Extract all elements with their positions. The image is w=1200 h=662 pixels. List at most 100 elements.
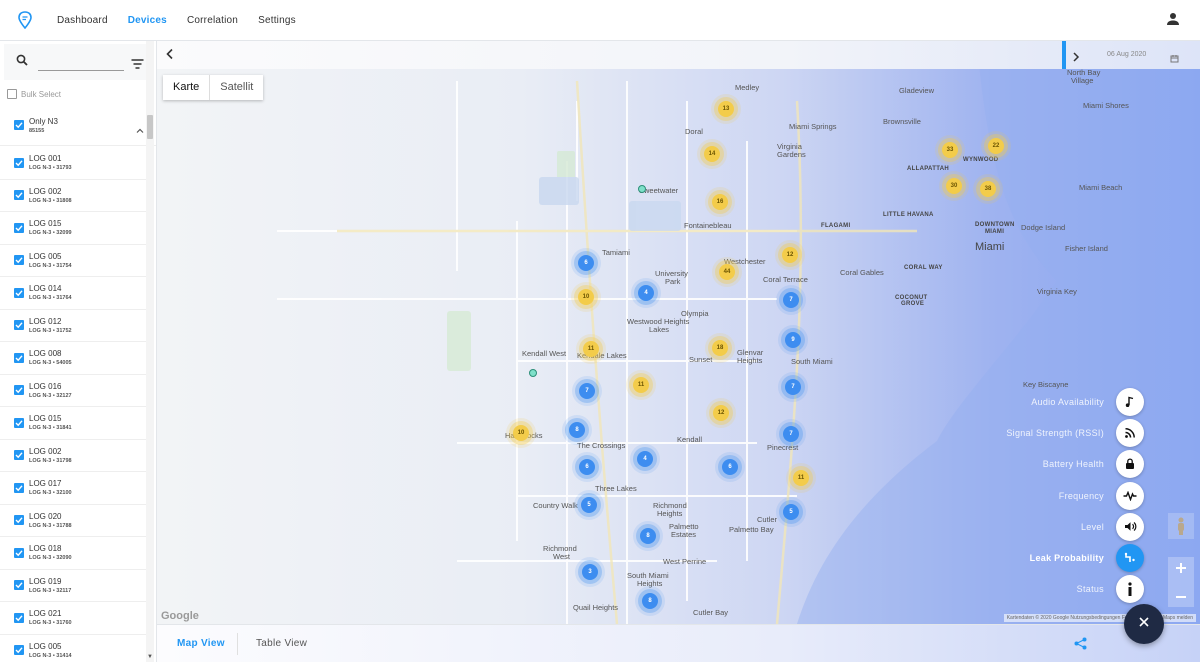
zoom-out-icon[interactable] (1175, 586, 1187, 604)
map-cluster-marker[interactable]: 5 (783, 504, 799, 520)
bulk-select-row[interactable]: Bulk Select (0, 83, 156, 105)
map-cluster-marker[interactable]: 13 (718, 101, 734, 117)
list-item[interactable]: LOG 014 LOG N-3 • 31764 (0, 277, 148, 310)
map-cluster-marker[interactable]: 9 (785, 332, 801, 348)
map-cluster-marker[interactable]: 6 (722, 459, 738, 475)
item-checkbox[interactable] (14, 222, 24, 233)
map-cluster-marker[interactable]: 7 (579, 383, 595, 399)
scroll-down-arrow-icon[interactable]: ▼ (146, 654, 154, 660)
item-checkbox[interactable] (14, 385, 24, 396)
item-checkbox[interactable] (14, 612, 24, 623)
map-cluster-marker[interactable]: 14 (704, 146, 720, 162)
map-cluster-marker[interactable]: 22 (988, 138, 1004, 154)
list-item[interactable]: LOG 005 LOG N-3 • 31414 (0, 635, 148, 662)
item-checkbox[interactable] (14, 352, 24, 363)
rss-signal-icon[interactable] (1116, 418, 1144, 447)
map-type-satellit[interactable]: Satellit (209, 75, 263, 100)
item-checkbox[interactable] (14, 157, 24, 168)
search-input[interactable] (38, 53, 124, 71)
chevron-up-icon[interactable] (136, 120, 144, 138)
map-cluster-marker[interactable]: 44 (719, 264, 735, 280)
map-cluster-marker[interactable]: 11 (583, 341, 599, 357)
pulse-icon[interactable] (1116, 481, 1144, 510)
scrollbar-thumb[interactable] (147, 115, 153, 139)
map-cluster-marker[interactable]: 6 (578, 255, 594, 271)
date-next-chevron-icon[interactable] (1072, 49, 1080, 67)
item-checkbox[interactable] (14, 515, 24, 526)
map-cluster-marker[interactable]: 38 (980, 181, 996, 197)
map-cluster-marker[interactable]: 3 (582, 564, 598, 580)
item-checkbox[interactable] (14, 645, 24, 656)
map-cluster-marker[interactable]: 7 (785, 379, 801, 395)
map-cluster-marker[interactable]: 30 (946, 178, 962, 194)
info-icon[interactable] (1116, 575, 1144, 604)
list-item[interactable]: LOG 019 LOG N-3 • 32117 (0, 570, 148, 602)
battery-lock-icon[interactable] (1116, 450, 1144, 479)
bulk-select-checkbox[interactable] (7, 89, 17, 99)
list-item[interactable]: LOG 012 LOG N-3 • 31752 (0, 310, 148, 342)
zoom-in-icon[interactable] (1175, 561, 1187, 579)
map-type-karte[interactable]: Karte (163, 75, 209, 100)
music-note-icon[interactable] (1116, 387, 1144, 416)
user-account-icon[interactable] (1166, 12, 1182, 28)
layer-battery-health[interactable]: Battery Health (1006, 449, 1144, 480)
list-item[interactable]: LOG 020 LOG N-3 • 31788 (0, 505, 148, 537)
map-cluster-marker[interactable]: 8 (569, 422, 585, 438)
tab-table-view[interactable]: Table View (256, 638, 307, 649)
map-cluster-marker[interactable]: 7 (783, 426, 799, 442)
volume-icon[interactable] (1116, 512, 1144, 541)
map-cluster-marker[interactable]: 18 (712, 340, 728, 356)
layer-status[interactable]: Status (1006, 574, 1144, 605)
item-checkbox[interactable] (14, 417, 24, 428)
list-item[interactable]: LOG 016 LOG N-3 • 32127 (0, 375, 148, 407)
map-attribution[interactable]: Kartendaten © 2020 Google Nutzungsbeding… (1003, 614, 1196, 622)
map-device-marker[interactable] (529, 369, 537, 377)
nav-devices[interactable]: Devices (128, 15, 167, 26)
item-checkbox[interactable] (14, 255, 24, 266)
item-checkbox[interactable] (14, 547, 24, 558)
map-cluster-marker[interactable]: 11 (633, 377, 649, 393)
leak-probability-icon[interactable] (1116, 544, 1144, 573)
map-cluster-marker[interactable]: 16 (712, 194, 728, 210)
layer-level[interactable]: Level (1006, 511, 1144, 542)
list-item[interactable]: LOG 001 LOG N-3 • 31793 (0, 147, 148, 180)
map-cluster-marker[interactable]: 33 (942, 142, 958, 158)
layer-frequency[interactable]: Frequency (1006, 480, 1144, 511)
tab-map-view[interactable]: Map View (177, 638, 225, 649)
map-cluster-marker[interactable]: 8 (640, 528, 656, 544)
map-cluster-marker[interactable]: 10 (578, 289, 594, 305)
list-item[interactable]: LOG 015 LOG N-3 • 31841 (0, 407, 148, 440)
item-checkbox[interactable] (14, 580, 24, 591)
list-item[interactable]: LOG 015 LOG N-3 • 32099 (0, 212, 148, 245)
nav-correlation[interactable]: Correlation (187, 15, 238, 26)
group-checkbox[interactable] (14, 120, 24, 130)
map-view[interactable]: 06 Aug 2020 Karte Satellit Medley Doral Mi… (157, 41, 1200, 624)
street-view-pegman-icon[interactable] (1168, 513, 1194, 539)
item-checkbox[interactable] (14, 450, 24, 461)
layer-leak-probability[interactable]: Leak Probability (1006, 542, 1144, 573)
map-cluster-marker[interactable]: 6 (579, 459, 595, 475)
item-checkbox[interactable] (14, 287, 24, 298)
list-item[interactable]: LOG 008 LOG N-3 • 54005 (0, 342, 148, 375)
share-icon[interactable] (1074, 637, 1087, 655)
list-item[interactable]: LOG 002 LOG N-3 • 31798 (0, 440, 148, 472)
map-cluster-marker[interactable]: 8 (642, 593, 658, 609)
nav-dashboard[interactable]: Dashboard (57, 15, 108, 26)
map-cluster-marker[interactable]: 11 (793, 470, 809, 486)
nav-settings[interactable]: Settings (258, 15, 296, 26)
date-selector[interactable]: 06 Aug 2020 (1062, 41, 1200, 69)
map-cluster-marker[interactable]: 4 (638, 285, 654, 301)
item-checkbox[interactable] (14, 190, 24, 201)
list-item[interactable]: LOG 021 LOG N-3 • 31760 (0, 602, 148, 635)
map-cluster-marker[interactable]: 12 (782, 247, 798, 263)
app-logo-icon[interactable] (14, 9, 36, 31)
map-cluster-marker[interactable]: 10 (513, 425, 529, 441)
list-item[interactable]: LOG 005 LOG N-3 • 31754 (0, 245, 148, 277)
sidebar-scrollbar[interactable] (146, 41, 154, 662)
filter-icon[interactable] (131, 56, 144, 74)
layer-audio-availability[interactable]: Audio Availability (1006, 386, 1144, 417)
map-device-marker[interactable] (638, 185, 646, 193)
list-item[interactable]: LOG 018 LOG N-3 • 32090 (0, 537, 148, 570)
list-item[interactable]: LOG 017 LOG N-3 • 32100 (0, 472, 148, 505)
list-item[interactable]: LOG 002 LOG N-3 • 31808 (0, 180, 148, 212)
